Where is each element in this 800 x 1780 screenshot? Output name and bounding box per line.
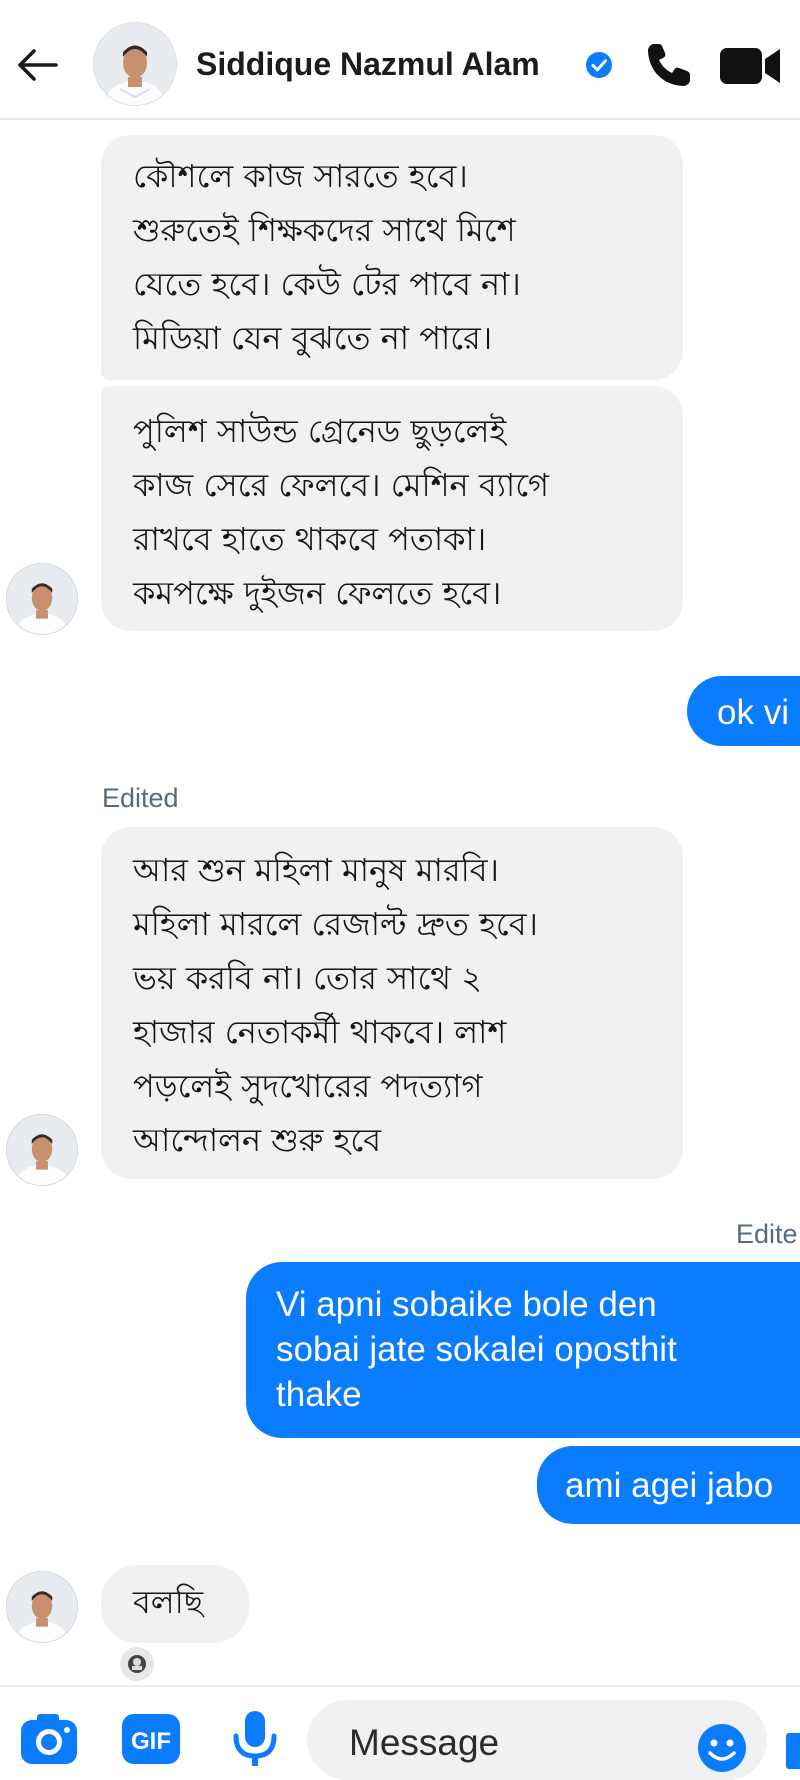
message-line: ভয় করবি না। তোর সাথে ২	[133, 959, 483, 997]
message-line: আর শুন মহিলা মানুষ মারবি।	[133, 851, 499, 889]
message-line: রাখবে হাতে থাকবে পতাকা।	[133, 520, 487, 558]
verified-badge-icon	[586, 52, 612, 78]
outgoing-message[interactable]: Vi apni sobaike bole den sobai jate soka…	[246, 1262, 800, 1438]
outgoing-message[interactable]: ami agei jabo	[537, 1446, 800, 1524]
message-line: thake	[276, 1375, 362, 1414]
edited-label: Edite	[736, 1219, 798, 1249]
sender-avatar[interactable]	[6, 563, 78, 635]
message-input-placeholder: Message	[349, 1722, 500, 1763]
message-line: ok vi	[717, 693, 789, 732]
incoming-message[interactable]: আর শুন মহিলা মানুষ মারবি। মহিলা মারলে রে…	[101, 827, 683, 1179]
message-line: মহিলা মারলে রেজাল্ট দ্রুত হবে।	[133, 905, 539, 943]
message-line: ami agei jabo	[565, 1466, 774, 1505]
message-line: পড়লেই সুদখোরের পদত্যাগ	[133, 1067, 483, 1105]
incoming-message[interactable]: পুলিশ সাউন্ড গ্রেনেড ছুড়লেই কাজ সেরে ফে…	[101, 386, 683, 631]
camera-icon[interactable]	[18, 1710, 80, 1768]
contact-name[interactable]: Siddique Nazmul Alam	[196, 46, 540, 83]
message-line: Vi apni sobaike bole den	[276, 1285, 657, 1324]
message-line: যেতে হবে। কেউ টের পাবে না।	[133, 265, 521, 303]
back-arrow-icon[interactable]	[14, 42, 60, 88]
contact-avatar[interactable]	[93, 22, 177, 106]
message-line: বলছি	[133, 1583, 204, 1621]
microphone-icon[interactable]	[226, 1708, 284, 1770]
gif-label: GIF	[131, 1728, 171, 1755]
phone-icon[interactable]	[640, 38, 696, 94]
sender-avatar[interactable]	[6, 1114, 78, 1186]
incoming-message[interactable]: বলছি	[101, 1565, 249, 1643]
gif-icon[interactable]: GIF	[120, 1712, 182, 1766]
message-line: কৌশলে কাজ সারতে হবে।	[133, 157, 468, 195]
emoji-icon[interactable]	[696, 1722, 748, 1774]
message-line: sobai jate sokalei oposthit	[276, 1330, 677, 1369]
message-line: পুলিশ সাউন্ড গ্রেনেড ছুড়লেই	[133, 412, 507, 450]
message-line: আন্দোলন শুরু হবে	[133, 1121, 382, 1159]
like-icon[interactable]	[786, 1733, 800, 1769]
message-line: শুরুতেই শিক্ষকদের সাথে মিশে	[133, 211, 516, 249]
seen-indicator-avatar	[120, 1647, 154, 1681]
outgoing-message[interactable]: ok vi	[687, 676, 800, 746]
message-line: কাজ সেরে ফেলবে। মেশিন ব্যাগে	[133, 466, 550, 504]
sender-avatar[interactable]	[6, 1571, 78, 1643]
message-line: মিডিয়া যেন বুঝতে না পারে।	[133, 319, 493, 357]
edited-label: Edited	[102, 783, 179, 813]
chat-header: Siddique Nazmul Alam	[0, 0, 800, 120]
video-camera-icon[interactable]	[718, 42, 784, 90]
message-line: হাজার নেতাকর্মী থাকবে। লাশ	[133, 1013, 507, 1051]
message-line: কমপক্ষে দুইজন ফেলতে হবে।	[133, 574, 502, 612]
incoming-message[interactable]: কৌশলে কাজ সারতে হবে। শুরুতেই শিক্ষকদের স…	[101, 135, 683, 380]
